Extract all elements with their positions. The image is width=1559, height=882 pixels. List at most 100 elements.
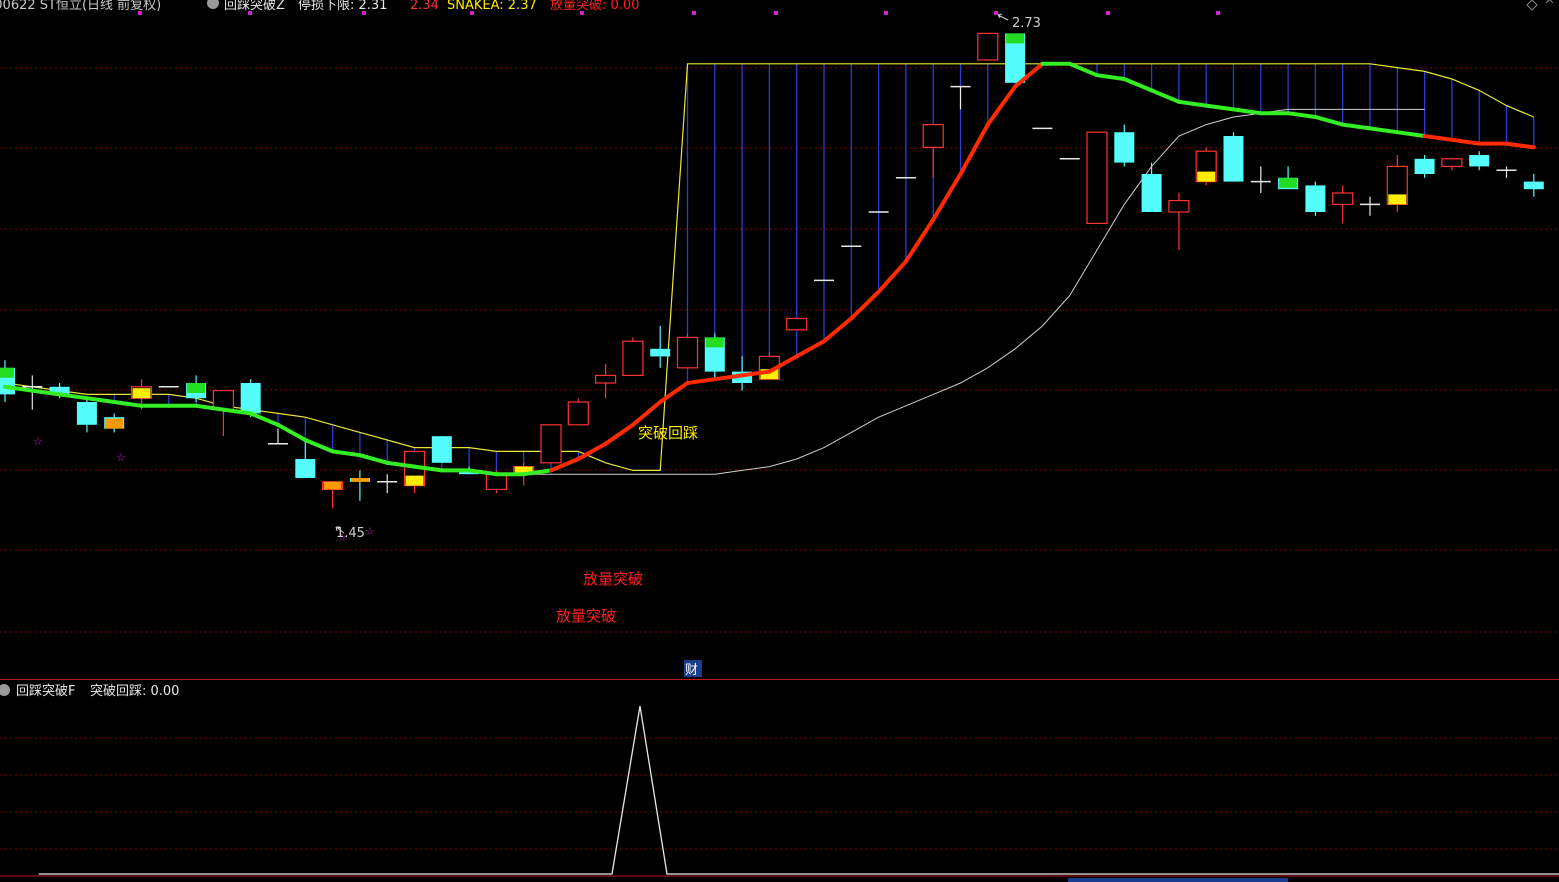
snake-segment (658, 381, 690, 404)
snake-segment (84, 396, 117, 404)
candlestick-series (0, 32, 1544, 509)
snake-segment (1204, 103, 1236, 112)
candle-body (1168, 200, 1190, 213)
snake-segment (112, 400, 144, 408)
candle-highlight (105, 418, 124, 429)
candle-body (676, 336, 699, 369)
snake-segment (1313, 115, 1345, 127)
snake-segment (822, 316, 854, 344)
candle-highlight (705, 337, 724, 348)
candle-highlight (187, 383, 206, 393)
snake-label: SNAKEA: 2.37 (447, 0, 537, 13)
candle-body (540, 424, 562, 464)
candle-body (1441, 158, 1463, 168)
candle-body (1414, 158, 1435, 174)
candle-body (650, 348, 671, 357)
snake-segment (1286, 111, 1318, 119)
breakout-pullback-label: 突破回踩 (638, 424, 698, 442)
top-marker (774, 11, 778, 15)
candle-body (567, 401, 589, 426)
snake-segment (849, 289, 881, 321)
indicator-name: 回踩突破Z (224, 0, 285, 13)
star-icon: ☆ (116, 451, 126, 464)
snake-segment (1368, 126, 1400, 135)
status-strip (1068, 878, 1288, 882)
candle-body (240, 383, 261, 414)
candle-highlight (323, 481, 342, 490)
candle-body (622, 340, 644, 377)
chart-canvas: ☆☆☆ ☆ 300622 ST恒立(日线 前复权) 回踩突破Z 停损下限: 2.3… (0, 0, 1559, 882)
slow-line-path (523, 108, 1425, 475)
star-icon: ☆ (33, 435, 43, 448)
snake-segment (1449, 137, 1482, 146)
candle-body (1086, 131, 1108, 224)
snake-segment (1149, 88, 1181, 104)
snake-segment (794, 339, 826, 359)
breakout-value-label: 放量突破: 0.00 (550, 0, 639, 13)
snake-segment (685, 377, 717, 385)
candle-highlight (1279, 177, 1298, 188)
low-price-label: 1.45 (336, 526, 365, 541)
high-arrow-icon (997, 13, 1009, 21)
diamond-icon[interactable] (1526, 0, 1538, 11)
marker-dots: ☆☆☆ ☆ (33, 11, 1220, 544)
snake-segment (57, 392, 89, 401)
collapse-chevron-icon[interactable]: ^ (1544, 0, 1555, 13)
value-two-label: 2.34 (410, 0, 439, 13)
snake-segment (276, 422, 308, 442)
candle-highlight (0, 367, 14, 378)
indicator-toggle-icon[interactable] (207, 0, 219, 9)
candle-highlight (132, 388, 151, 399)
candle-body (1114, 132, 1135, 163)
snake-segment (931, 172, 963, 222)
star-icon: ☆ (365, 525, 375, 538)
candle-highlight (350, 478, 369, 482)
stock-title: 300622 ST恒立(日线 前复权) (0, 0, 161, 13)
sub-indicator-value: 突破回踩: 0.00 (90, 683, 179, 699)
candle-body (1141, 174, 1162, 212)
snake-segment (330, 449, 362, 458)
candle-body (1469, 155, 1490, 167)
candle-body (594, 374, 617, 384)
snake-segment (248, 411, 280, 427)
snake-segment (603, 422, 635, 446)
candle-body (431, 436, 452, 463)
candle-body (977, 32, 999, 61)
snake-segment (1067, 61, 1099, 78)
candle-body (485, 473, 507, 491)
top-marker (1216, 11, 1220, 15)
sub-indicator-toggle-icon[interactable] (0, 684, 10, 696)
top-marker (692, 11, 696, 15)
candle-body (1305, 185, 1326, 212)
candle-highlight (1006, 33, 1025, 44)
high-price-label: 2.73 (1012, 16, 1041, 31)
candle-highlight (1388, 194, 1407, 205)
top-marker (1106, 11, 1110, 15)
snake-segment (958, 122, 990, 176)
snake-segment (1504, 141, 1536, 150)
snake-segment (357, 453, 390, 465)
snake-segment (1340, 122, 1372, 131)
grid-lines (0, 67, 1559, 850)
slow-line (523, 108, 1425, 475)
candle-body (922, 123, 944, 148)
stop-loss-label: 停损下限: 2.31 (298, 0, 387, 13)
candle-body (786, 317, 808, 331)
snake-segment (1395, 130, 1427, 138)
snake-segment (630, 400, 663, 427)
top-marker (884, 11, 888, 15)
snake-segment (1231, 107, 1263, 116)
candle-body (76, 402, 97, 425)
sub-indicator-name: 回踩突破F (16, 683, 75, 699)
snake-segment (903, 217, 936, 264)
volume-break-label-1: 放量突破 (583, 570, 643, 588)
volume-break-label-2: 放量突破 (556, 607, 616, 625)
candle-body (1523, 181, 1544, 190)
snake-segment (1122, 77, 1154, 93)
snake-segment (1176, 99, 1209, 108)
snake-segment (876, 259, 908, 294)
snake-segment (985, 84, 1018, 127)
candle-body (295, 459, 316, 478)
snake-segment (1422, 134, 1454, 142)
snake-segment (1095, 73, 1127, 81)
